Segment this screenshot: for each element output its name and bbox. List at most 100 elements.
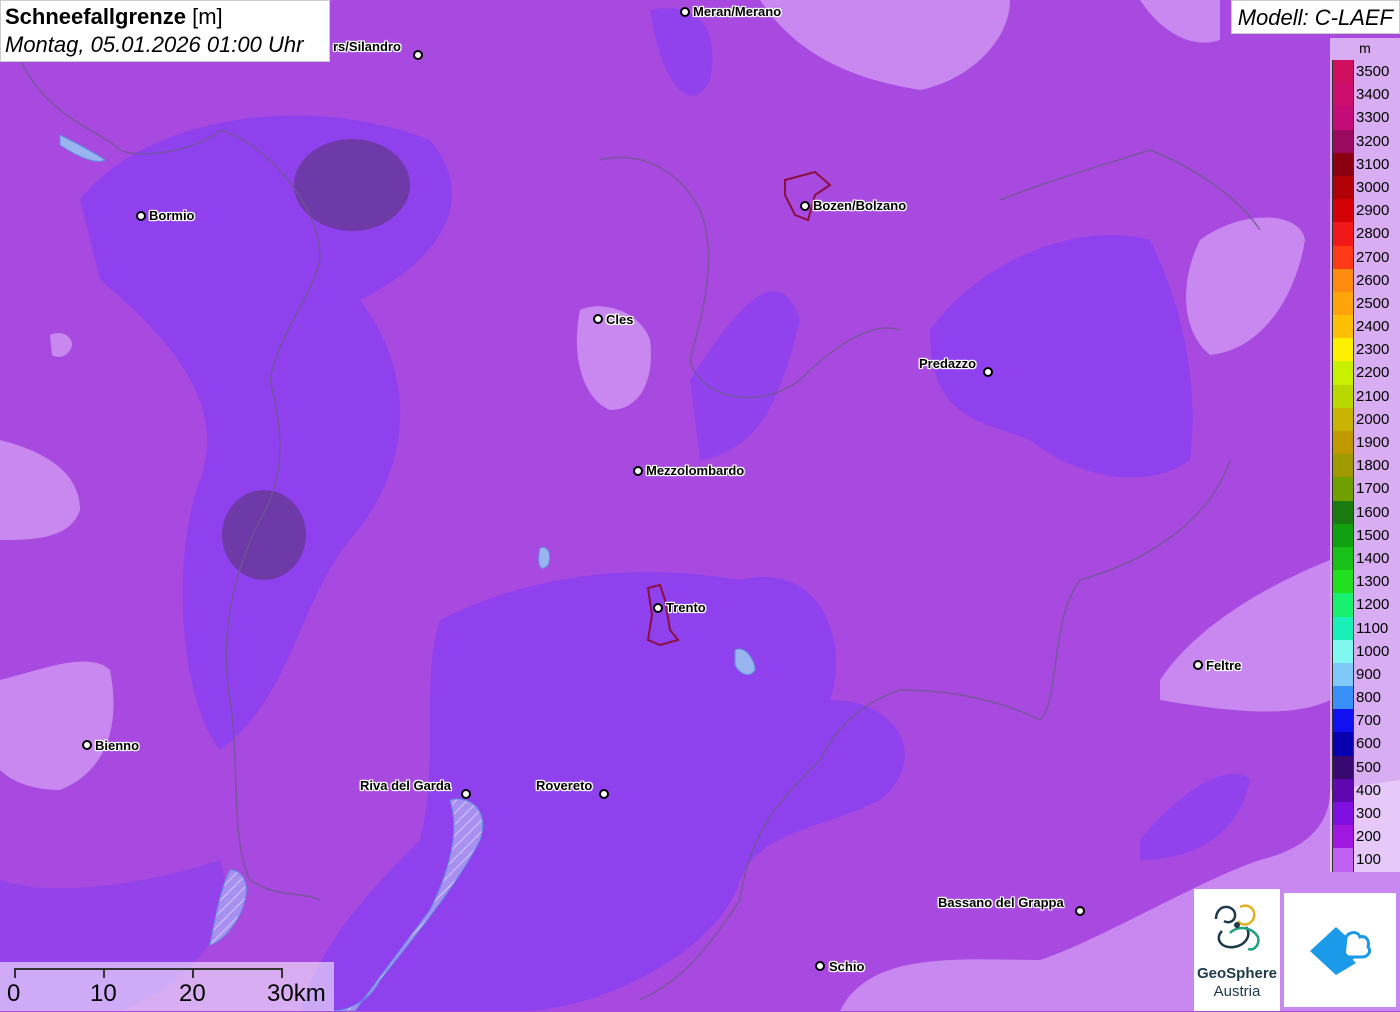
legend-item: 1400 [1330, 546, 1400, 571]
city-label-feltre[interactable]: Feltre [1206, 658, 1241, 673]
cloud-diamond-icon [1310, 927, 1372, 975]
city-label-bienno[interactable]: Bienno [95, 738, 139, 753]
title-bold: Schneefallgrenze [5, 4, 186, 29]
legend-swatch [1332, 175, 1354, 200]
legend-label: 3300 [1356, 109, 1390, 127]
legend-label: 2200 [1356, 364, 1390, 382]
legend-item: 2200 [1330, 361, 1400, 385]
legend-label: 300 [1356, 805, 1382, 822]
legend-swatch [1332, 315, 1354, 339]
city-label-mezzolombardo[interactable]: Mezzolombardo [646, 463, 744, 478]
legend-swatch [1332, 825, 1354, 849]
legend-swatch [1332, 616, 1354, 640]
legend-item: 200 [1330, 825, 1400, 849]
city-label-meran[interactable]: Meran/Merano [693, 4, 781, 19]
legend-item: 2800 [1330, 222, 1400, 246]
legend-item: 1300 [1330, 570, 1400, 594]
legend-item: 3200 [1330, 129, 1400, 153]
snowline-map[interactable] [0, 0, 1400, 1011]
legend-unit: m [1359, 40, 1371, 56]
legend-item: 1700 [1330, 477, 1400, 501]
legend-swatch [1332, 639, 1354, 663]
legend-swatch [1332, 361, 1354, 385]
city-dot [633, 466, 643, 476]
legend-swatch [1332, 222, 1354, 246]
scale-tick [281, 968, 283, 978]
geosphere-name: GeoSphere [1196, 965, 1278, 982]
legend-label: 1100 [1356, 619, 1389, 637]
legend-swatch [1332, 152, 1354, 176]
scale-tick [103, 968, 105, 978]
legend-swatch [1332, 477, 1354, 501]
geosphere-logo[interactable]: GeoSphere Austria [1194, 889, 1280, 1011]
scale-label-0: 0 [7, 980, 21, 1007]
legend-item: 1100 [1330, 616, 1400, 640]
legend-swatch [1332, 686, 1354, 710]
legend-swatch [1332, 755, 1354, 779]
legend-swatch [1332, 500, 1354, 524]
legend-label: 3100 [1356, 155, 1390, 173]
city-label-trento[interactable]: Trento [666, 600, 706, 615]
legend-swatch [1332, 570, 1354, 594]
legend-label: 1000 [1356, 642, 1390, 660]
legend-swatch [1332, 199, 1354, 223]
city-label-predazzo[interactable]: Predazzo [919, 356, 976, 371]
city-label-bassano[interactable]: Bassano del Grappa [938, 895, 1064, 910]
city-label-schio[interactable]: Schio [829, 959, 864, 974]
scale-label-10: 10 [90, 980, 117, 1007]
legend-label: 2600 [1356, 271, 1390, 289]
title-unit: [m] [192, 4, 223, 29]
city-label-bormio[interactable]: Bormio [149, 208, 195, 223]
legend-swatch [1332, 662, 1354, 687]
legend-label: 1600 [1356, 503, 1390, 521]
legend-item: 700 [1330, 709, 1400, 733]
city-dot [1075, 906, 1085, 916]
legend-label: 800 [1356, 689, 1382, 707]
legend-item: 2900 [1330, 199, 1400, 223]
region-dark-2 [222, 490, 306, 580]
city-label-bolzano[interactable]: Bozen/Bolzano [813, 198, 906, 213]
legend-swatch [1332, 129, 1354, 153]
legend-swatch [1332, 802, 1354, 826]
legend-item: 2100 [1330, 384, 1400, 408]
city-dot [680, 7, 690, 17]
city-dot [136, 211, 146, 221]
city-label-silandro[interactable]: rs/Silandro [333, 39, 401, 54]
legend-item: 1200 [1330, 593, 1400, 617]
legend-item: 400 [1330, 778, 1400, 802]
legend-label: 2400 [1356, 318, 1390, 336]
legend-item: 500 [1330, 755, 1400, 779]
legend-swatch [1332, 106, 1354, 130]
city-dot [1193, 660, 1203, 670]
legend-label: 3500 [1356, 63, 1390, 80]
legend-swatch [1332, 523, 1354, 547]
geosphere-sub: Austria [1213, 983, 1261, 1000]
legend-item: 3300 [1330, 106, 1400, 130]
legend-label: 500 [1356, 758, 1382, 776]
city-dot [800, 201, 810, 211]
city-label-riva[interactable]: Riva del Garda [360, 778, 451, 793]
legend-swatch [1332, 454, 1354, 478]
legend-label: 2100 [1356, 387, 1390, 405]
legend-label: 2700 [1356, 248, 1390, 266]
datetime: Montag, 05.01.2026 01:00 Uhr [5, 32, 304, 57]
city-dot [599, 789, 609, 799]
lake-small-1 [538, 546, 551, 569]
legend-item: 3100 [1330, 152, 1400, 176]
legend-label: 1800 [1356, 457, 1390, 475]
legend-item: 3000 [1330, 175, 1400, 200]
legend-item: 2700 [1330, 245, 1400, 269]
legend-label: 600 [1356, 735, 1382, 753]
legend-swatch [1332, 546, 1354, 571]
legend-label: 1900 [1356, 434, 1390, 451]
legend-label: 2000 [1356, 410, 1390, 428]
legend-swatch [1332, 407, 1354, 431]
legend-label: 200 [1356, 828, 1382, 846]
legend-item: 300 [1330, 802, 1400, 826]
legend-swatch [1332, 709, 1354, 733]
city-label-rovereto[interactable]: Rovereto [536, 778, 592, 793]
city-dot [413, 50, 423, 60]
city-label-cles[interactable]: Cles [606, 312, 633, 327]
weather-app-logo[interactable] [1284, 893, 1396, 1007]
legend-label: 2800 [1356, 225, 1390, 243]
